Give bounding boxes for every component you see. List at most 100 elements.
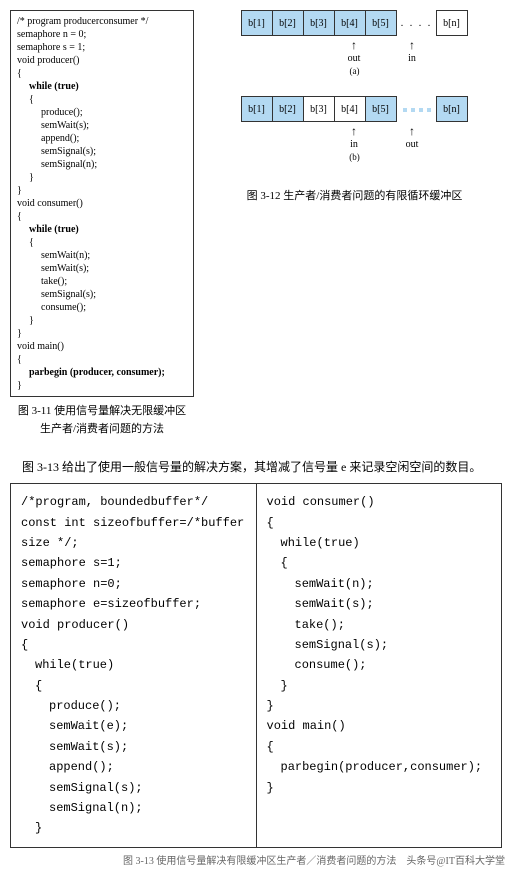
code-line: while(true) (35, 655, 246, 675)
fig311-caption: 图 3-11 使用信号量解决无限缓冲区 生产者/消费者问题的方法 (10, 403, 194, 438)
code-line: semSignal(n); (41, 158, 187, 171)
diagram-b: b[1]b[2]b[3]b[4]b[5] b[n] in out (b) (204, 96, 505, 162)
buffer-cell: b[3] (303, 10, 335, 36)
code-line: { (29, 93, 187, 106)
code-line: } (35, 818, 246, 838)
code-line: semSignal(s); (49, 778, 246, 798)
ellipsis (397, 104, 437, 115)
code-line: } (17, 184, 187, 197)
buffer-cell: b[3] (303, 96, 335, 122)
watermark-text: 头条号@IT百科大学堂 (406, 856, 505, 867)
code-line: append(); (49, 757, 246, 777)
arrow-icon (339, 38, 369, 53)
code-line: semSignal(s); (41, 288, 187, 301)
pointer-label: out (397, 139, 427, 150)
caption-313: 图 3-13 使用信号量解决有限缓冲区生产者／消费者问题的方法 (123, 856, 396, 867)
code-line: void consumer() (267, 492, 492, 512)
fig311-block: /* program producerconsumer */semaphore … (10, 10, 194, 438)
sub-label: (b) (349, 152, 360, 162)
code-line: while(true) (281, 533, 492, 553)
code-line: /*program, boundedbuffer*/ (21, 492, 246, 512)
buffer-cell: b[n] (436, 96, 468, 122)
code-line: produce(); (41, 106, 187, 119)
diagram-a: b[1]b[2]b[3]b[4]b[5]. . . .b[n] out in (a) (204, 10, 505, 76)
code-line: } (267, 778, 492, 798)
code-line: /* program producerconsumer */ (17, 15, 187, 28)
code-line: } (29, 171, 187, 184)
code-line: void main() (17, 340, 187, 353)
buffer-cell: b[2] (272, 10, 304, 36)
code-line: const int sizeofbuffer=/*buffer size */; (21, 513, 246, 554)
code-line: { (35, 676, 246, 696)
buffer-cell: b[n] (436, 10, 468, 36)
code-line: } (281, 676, 492, 696)
code-line: semWait(s); (41, 262, 187, 275)
code-line: semWait(n); (295, 574, 492, 594)
code-line: semSignal(n); (49, 798, 246, 818)
code-line: { (17, 210, 187, 223)
code-line: void producer() (17, 54, 187, 67)
code-line: } (17, 327, 187, 340)
intro-text: 图 3-13 给出了使用一般信号量的解决方案，其增减了信号量 e 来记录空闲空间… (10, 458, 505, 475)
code-line: semSignal(s); (41, 145, 187, 158)
code-line: { (267, 737, 492, 757)
arrow-icon (397, 38, 427, 53)
code-line: void producer() (21, 615, 246, 635)
code-line: semWait(e); (49, 716, 246, 736)
fig313-left-col: /*program, boundedbuffer*/const int size… (11, 484, 257, 847)
ellipsis: . . . . (397, 18, 437, 29)
code-line: void main() (267, 716, 492, 736)
code-line: { (29, 236, 187, 249)
code-line: } (29, 314, 187, 327)
code-line: } (267, 696, 492, 716)
code-line: consume(); (41, 301, 187, 314)
pointer-label: in (339, 139, 369, 150)
code-line: } (17, 379, 187, 392)
pointer-label: out (339, 53, 369, 64)
code-line: produce(); (49, 696, 246, 716)
code-line: parbegin(producer,consumer); (281, 757, 492, 777)
sub-label: (a) (350, 66, 360, 76)
code-line: semaphore n = 0; (17, 28, 187, 41)
code-line: { (21, 635, 246, 655)
fig312-block: b[1]b[2]b[3]b[4]b[5]. . . .b[n]outin(a) … (204, 10, 505, 206)
code-line: semWait(s); (295, 594, 492, 614)
code-line: while (true) (29, 223, 187, 236)
buffer-cell: b[5] (365, 10, 397, 36)
watermark: 图 3-13 使用信号量解决有限缓冲区生产者／消费者问题的方法 头条号@IT百科… (10, 852, 505, 867)
buffer-cell: b[1] (241, 96, 273, 122)
code-line: consume(); (295, 655, 492, 675)
buffer-cell: b[4] (334, 10, 366, 36)
code-line: semWait(n); (41, 249, 187, 262)
code-line: semaphore e=sizeofbuffer; (21, 594, 246, 614)
caption-line: 图 3-11 使用信号量解决无限缓冲区 (10, 403, 194, 421)
code-line: semWait(s); (41, 119, 187, 132)
fig313-code: /*program, boundedbuffer*/const int size… (10, 483, 502, 848)
code-line: { (267, 513, 492, 533)
code-line: { (281, 553, 492, 573)
fig312-caption: 图 3-12 生产者/消费者问题的有限循环缓冲区 (247, 188, 463, 206)
code-line: take(); (41, 275, 187, 288)
code-line: semaphore s=1; (21, 553, 246, 573)
fig311-code: /* program producerconsumer */semaphore … (10, 10, 194, 397)
code-line: semWait(s); (49, 737, 246, 757)
buffer-cell: b[4] (334, 96, 366, 122)
pointer-label: in (397, 53, 427, 64)
top-row: /* program producerconsumer */semaphore … (10, 10, 505, 438)
buffer-cell: b[1] (241, 10, 273, 36)
buffer-cell: b[5] (365, 96, 397, 122)
code-line: { (17, 353, 187, 366)
code-line: while (true) (29, 80, 187, 93)
code-line: void consumer() (17, 197, 187, 210)
caption-line: 生产者/消费者问题的方法 (10, 421, 194, 439)
arrow-icon (339, 124, 369, 139)
fig313-right-col: void consumer(){while(true){semWait(n);s… (257, 484, 502, 847)
code-line: { (17, 67, 187, 80)
buffer-cell: b[2] (272, 96, 304, 122)
arrow-icon (397, 124, 427, 139)
code-line: take(); (295, 615, 492, 635)
code-line: append(); (41, 132, 187, 145)
code-line: semSignal(s); (295, 635, 492, 655)
code-line: semaphore s = 1; (17, 41, 187, 54)
code-line: semaphore n=0; (21, 574, 246, 594)
